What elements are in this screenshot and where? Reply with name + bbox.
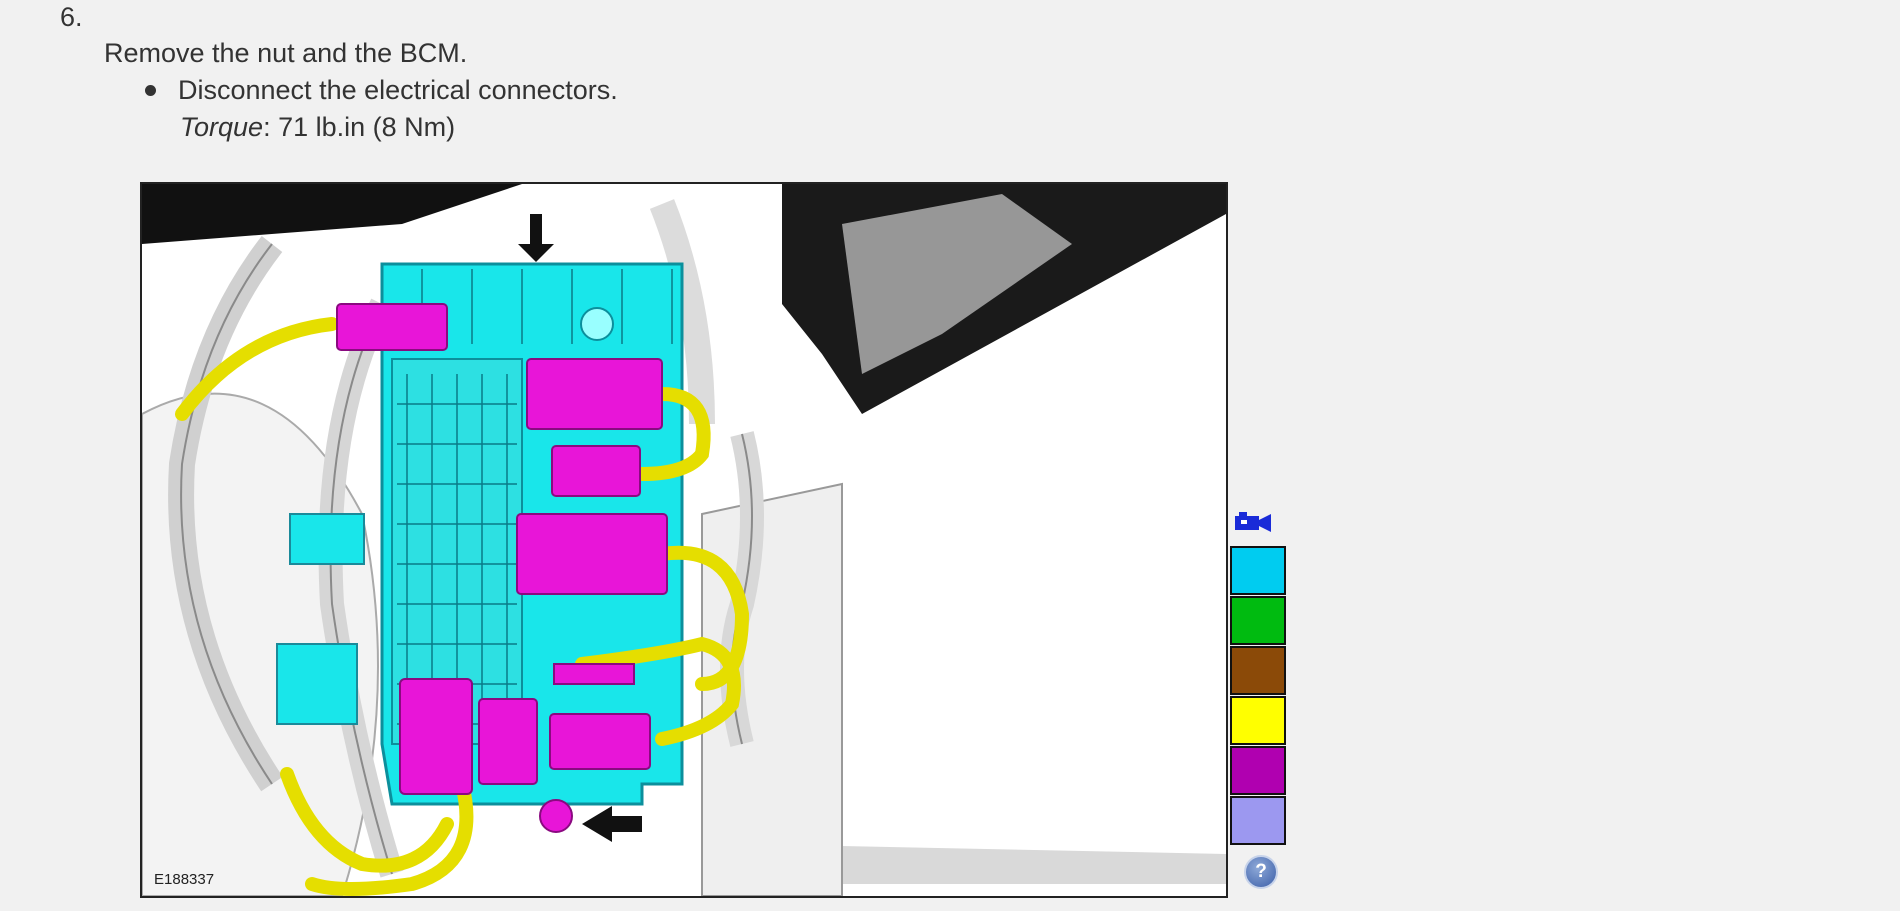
swatch-brown[interactable] [1230, 646, 1286, 695]
swatch-green[interactable] [1230, 596, 1286, 645]
bullet-item: Disconnect the electrical connectors. [145, 75, 618, 106]
camera-icon[interactable] [1233, 510, 1273, 536]
swatch-cyan[interactable] [1230, 546, 1286, 595]
torque-spec: Torque: 71 lb.in (8 Nm) [180, 112, 455, 143]
swatch-yellow[interactable] [1230, 696, 1286, 745]
bcm-illustration-svg [142, 184, 1226, 896]
swatch-magenta[interactable] [1230, 746, 1286, 795]
bullet-text: Disconnect the electrical connectors. [178, 75, 618, 105]
swatch-lavender[interactable] [1230, 796, 1286, 845]
help-icon[interactable]: ? [1244, 855, 1278, 889]
step-instruction: Remove the nut and the BCM. [104, 38, 468, 68]
bcm-illustration: E188337 [140, 182, 1228, 898]
illustration-toolbar: ? [1230, 510, 1288, 889]
step-number: 6. [60, 2, 83, 32]
torque-label: Torque [180, 112, 264, 142]
bullet-dot-icon [145, 85, 156, 96]
figure-id-label: E188337 [154, 871, 215, 888]
torque-value: : 71 lb.in (8 Nm) [263, 112, 456, 142]
